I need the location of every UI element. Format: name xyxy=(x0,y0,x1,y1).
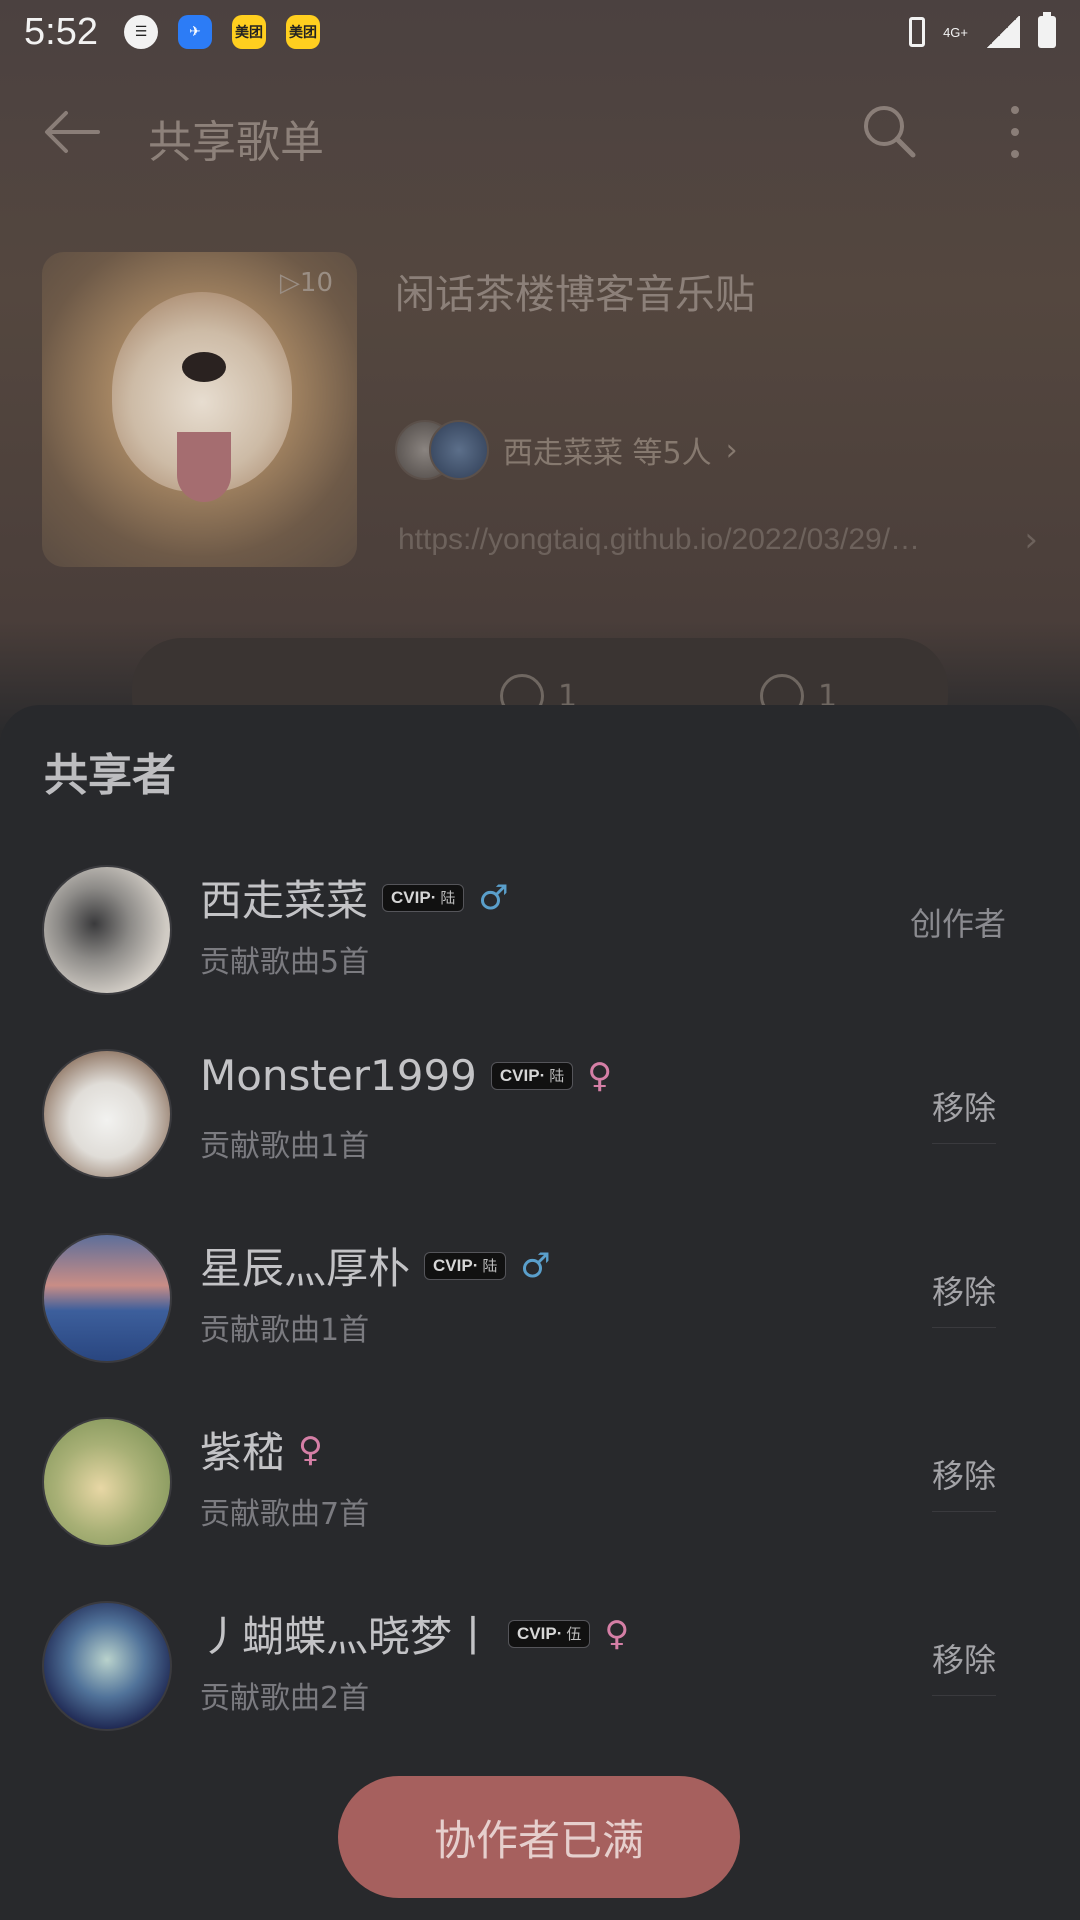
collaborators-full-button[interactable]: 协作者已满 xyxy=(338,1776,740,1898)
avatar[interactable] xyxy=(42,1049,172,1179)
vip-badge: CVIP· 伍 xyxy=(508,1619,591,1648)
list-item[interactable]: 西走菜菜 CVIP· 陆 ♂ 贡献歌曲5首 创作者 xyxy=(0,845,1080,1029)
playlist-cover[interactable]: ▷10 xyxy=(42,252,357,567)
male-icon: ♂ xyxy=(520,1245,551,1286)
contribution-text: 贡献歌曲2首 xyxy=(200,1681,370,1716)
name-line: 星辰灬厚朴 CVIP· 陆 ♂ xyxy=(200,1235,551,1296)
description-url: https://yongtaiq.github.io/2022/03/29/… xyxy=(398,523,921,556)
chevron-right-icon: › xyxy=(1024,520,1038,560)
avatar[interactable] xyxy=(42,865,172,995)
creator-tag: 创作者 xyxy=(909,905,1006,943)
meituan-icon: 美团 xyxy=(285,15,320,49)
contribution-text: 贡献歌曲1首 xyxy=(200,1313,370,1348)
contribution-text: 贡献歌曲5首 xyxy=(200,945,370,980)
status-bar: 5:52 ☰ ✈ 美团 美团 4G+ xyxy=(0,0,1080,64)
avatar[interactable] xyxy=(42,1601,172,1731)
contribution-text: 贡献歌曲7首 xyxy=(200,1497,370,1532)
network-label: 4G+ xyxy=(943,24,968,40)
name-line: 西走菜菜 CVIP· 陆 ♂ xyxy=(200,867,509,928)
avatar xyxy=(429,420,489,480)
member-name: 星辰灬厚朴 xyxy=(200,1244,411,1293)
vip-label: CVIP· xyxy=(517,1623,563,1643)
sharer-avatars xyxy=(395,420,489,480)
vip-label: CVIP· xyxy=(391,887,437,907)
list-item[interactable]: 星辰灬厚朴 CVIP· 陆 ♂ 贡献歌曲1首 移除 xyxy=(0,1213,1080,1397)
remove-button[interactable]: 移除 xyxy=(931,1635,996,1696)
list-item[interactable]: 紫嵇 ♀ 贡献歌曲7首 移除 xyxy=(0,1397,1080,1581)
female-icon: ♀ xyxy=(587,1055,613,1096)
remove-button[interactable]: 移除 xyxy=(931,1267,996,1328)
female-icon: ♀ xyxy=(604,1613,630,1654)
vibrate-icon xyxy=(909,17,926,47)
remove-button[interactable]: 移除 xyxy=(931,1083,996,1144)
member-name: Monster1999 xyxy=(200,1051,477,1100)
sharers-link[interactable]: 西走菜菜 等5人 › xyxy=(395,420,738,480)
cover-tongue xyxy=(177,432,231,502)
male-icon: ♂ xyxy=(478,877,509,918)
name-line: Monster1999 CVIP· 陆 ♀ xyxy=(200,1051,612,1100)
search-icon[interactable] xyxy=(862,104,916,158)
vip-badge: CVIP· 陆 xyxy=(490,1061,574,1090)
list-item[interactable]: 丿蝴蝶灬晓梦丨 CVIP· 伍 ♀ 贡献歌曲2首 移除 xyxy=(0,1581,1080,1765)
description-link[interactable]: https://yongtaiq.github.io/2022/03/29/… … xyxy=(398,520,1038,560)
back-arrow-icon[interactable] xyxy=(44,110,100,154)
chevron-right-icon: › xyxy=(725,432,738,468)
avatar[interactable] xyxy=(42,1233,172,1363)
list-item[interactable]: Monster1999 CVIP· 陆 ♀ 贡献歌曲1首 移除 xyxy=(0,1029,1080,1213)
name-line: 丿蝴蝶灬晓梦丨 CVIP· 伍 ♀ xyxy=(200,1603,629,1664)
cover-nose xyxy=(182,352,226,382)
member-name: 丿蝴蝶灬晓梦丨 xyxy=(200,1612,495,1661)
status-time: 5:52 xyxy=(24,10,98,53)
signal-icon xyxy=(986,16,1020,48)
play-count: ▷10 xyxy=(279,268,333,298)
member-name: 西走菜菜 xyxy=(200,876,369,925)
sharers-label: 西走菜菜 等5人 xyxy=(503,436,712,471)
meituan-icon: 美团 xyxy=(231,15,266,49)
remove-button[interactable]: 移除 xyxy=(931,1451,996,1512)
avatar[interactable] xyxy=(42,1417,172,1547)
vip-level: 陆 xyxy=(440,890,456,907)
vip-badge: CVIP· 陆 xyxy=(382,883,465,912)
vip-label: CVIP· xyxy=(499,1065,546,1085)
more-vertical-icon[interactable] xyxy=(1000,104,1030,160)
name-line: 紫嵇 ♀ xyxy=(200,1419,323,1480)
playlist-title: 闲话茶楼博客音乐贴 xyxy=(395,272,755,318)
vip-label: CVIP· xyxy=(433,1255,479,1275)
vip-badge: CVIP· 陆 xyxy=(424,1251,507,1280)
page-title: 共享歌单 xyxy=(148,117,324,168)
sheet-title: 共享者 xyxy=(44,750,176,801)
sharers-sheet: 共享者 西走菜菜 CVIP· 陆 ♂ 贡献歌曲5首 创作者 Monster1999… xyxy=(0,705,1080,1920)
vip-level: 陆 xyxy=(549,1068,565,1085)
contribution-text: 贡献歌曲1首 xyxy=(200,1129,370,1164)
background-page: 5:52 ☰ ✈ 美团 美团 4G+ 共享歌单 ▷10 闲话茶楼博客音乐贴 西走… xyxy=(0,0,1080,748)
member-name: 紫嵇 xyxy=(200,1428,285,1477)
vip-level: 陆 xyxy=(482,1258,498,1275)
dingtalk-icon: ✈ xyxy=(177,15,212,49)
battery-icon xyxy=(1038,12,1056,48)
female-icon: ♀ xyxy=(298,1429,323,1470)
vip-level: 伍 xyxy=(566,1626,582,1643)
message-icon: ☰ xyxy=(123,15,158,49)
top-bar: 共享歌单 xyxy=(0,80,1080,184)
